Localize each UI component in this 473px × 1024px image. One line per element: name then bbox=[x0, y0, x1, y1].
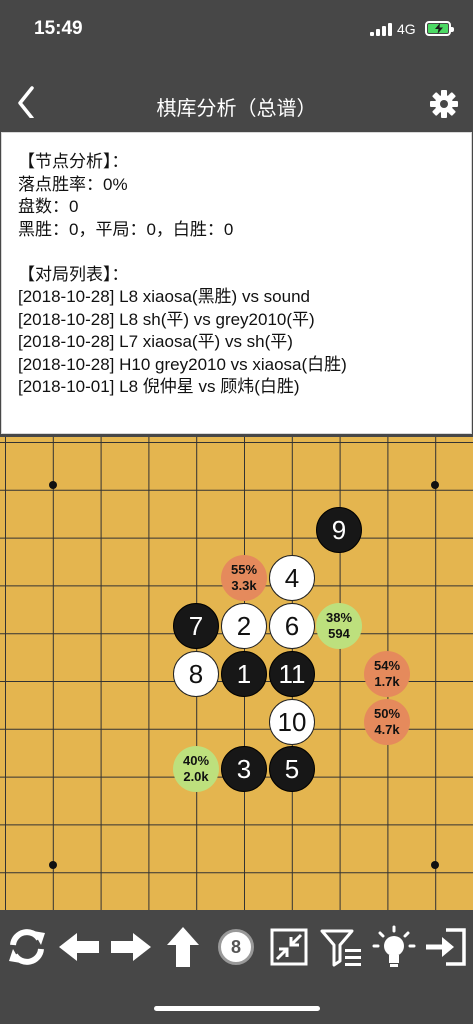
stone-2[interactable]: 2 bbox=[221, 603, 267, 649]
arrow-up-icon bbox=[167, 927, 199, 967]
collapse-button[interactable] bbox=[266, 924, 312, 970]
stone-label: 10 bbox=[277, 706, 307, 737]
network-label: 4G bbox=[397, 21, 416, 37]
star-point bbox=[49, 861, 57, 869]
move-number-badge: 8 bbox=[218, 929, 254, 965]
candidate-rate: 40% bbox=[182, 753, 210, 768]
stone-1[interactable]: 1 bbox=[221, 651, 267, 697]
candidate-move[interactable]: 38% 594 bbox=[316, 603, 362, 649]
signal-icon bbox=[370, 23, 394, 36]
stone-11[interactable]: 11 bbox=[269, 651, 315, 697]
stone-9[interactable]: 9 bbox=[316, 507, 362, 553]
candidate-move[interactable]: 54% 1.7k bbox=[364, 651, 410, 697]
candidate-count: 4.7k bbox=[374, 722, 400, 737]
game-list-item[interactable]: [2018-10-01] L8 倪仲星 vs 顾炜(白胜) bbox=[18, 376, 471, 399]
stone-label: 5 bbox=[284, 753, 300, 784]
candidate-rate: 38% bbox=[325, 610, 353, 625]
candidate-rate: 54% bbox=[373, 658, 401, 673]
exit-icon bbox=[426, 928, 466, 966]
status-time: 15:49 bbox=[34, 18, 83, 39]
nav-bar: 棋库分析（总谱） bbox=[0, 60, 473, 132]
candidate-move[interactable]: 55% 3.3k bbox=[221, 555, 267, 601]
stone-8[interactable]: 8 bbox=[173, 651, 219, 697]
game-list-item[interactable]: [2018-10-28] L7 xiaosa(平) vs sh(平) bbox=[18, 331, 471, 354]
node-analysis-heading: 【节点分析】： bbox=[18, 152, 129, 171]
analysis-panel: 【节点分析】： 落点胜率：0% 盘数：0 黑胜：0，平局：0，白胜：0 【对局列… bbox=[1, 132, 472, 434]
gear-icon bbox=[430, 90, 458, 118]
next-move-button[interactable] bbox=[108, 924, 154, 970]
filter-list-icon bbox=[320, 929, 361, 967]
stone-label: 2 bbox=[236, 610, 252, 641]
game-list-item[interactable]: [2018-10-28] H10 grey2010 vs xiaosa(白胜) bbox=[18, 354, 471, 377]
candidate-rate: 50% bbox=[373, 706, 401, 721]
refresh-icon bbox=[9, 929, 45, 965]
lightbulb-icon bbox=[372, 925, 416, 967]
games-count-text: 盘数：0 bbox=[18, 197, 79, 216]
stone-6[interactable]: 6 bbox=[269, 603, 315, 649]
star-point bbox=[49, 481, 57, 489]
game-list-item[interactable]: [2018-10-28] L8 xiaosa(黑胜) vs sound bbox=[18, 286, 471, 309]
exit-button[interactable] bbox=[423, 924, 469, 970]
star-point bbox=[431, 861, 439, 869]
stone-label: 6 bbox=[284, 610, 300, 641]
back-to-parent-button[interactable] bbox=[160, 924, 206, 970]
results-text: 黑胜：0，平局：0，白胜：0 bbox=[18, 219, 234, 239]
hint-button[interactable] bbox=[371, 924, 417, 970]
previous-move-button[interactable] bbox=[56, 924, 102, 970]
page-title: 棋库分析（总谱） bbox=[156, 98, 317, 120]
candidate-count: 594 bbox=[328, 626, 350, 641]
go-board[interactable]: 1 2 3 4 5 6 7 8 9 10 11 55% 3.3k 38% 594… bbox=[0, 437, 473, 910]
stone-3[interactable]: 3 bbox=[221, 746, 267, 792]
filter-button[interactable] bbox=[318, 924, 364, 970]
candidate-count: 2.0k bbox=[183, 769, 209, 784]
collapse-icon bbox=[270, 928, 308, 966]
stone-label: 7 bbox=[188, 610, 204, 641]
star-point bbox=[431, 481, 439, 489]
stone-10[interactable]: 10 bbox=[269, 699, 315, 745]
candidate-count: 1.7k bbox=[374, 674, 400, 689]
game-list-heading: 【对局列表】： bbox=[18, 264, 129, 284]
candidate-count: 3.3k bbox=[231, 578, 257, 593]
battery-icon bbox=[425, 21, 454, 36]
home-indicator bbox=[154, 1006, 320, 1011]
stone-4[interactable]: 4 bbox=[269, 555, 315, 601]
stone-5[interactable]: 5 bbox=[269, 746, 315, 792]
stone-label: 8 bbox=[188, 658, 204, 689]
move-number-button[interactable]: 8 bbox=[213, 924, 259, 970]
refresh-button[interactable] bbox=[4, 924, 50, 970]
settings-button[interactable] bbox=[428, 88, 460, 120]
stone-7[interactable]: 7 bbox=[173, 603, 219, 649]
candidate-move[interactable]: 40% 2.0k bbox=[173, 746, 219, 792]
arrow-left-icon bbox=[59, 933, 99, 961]
stone-label: 1 bbox=[236, 658, 252, 689]
stone-label: 9 bbox=[331, 514, 347, 545]
stone-label: 11 bbox=[278, 658, 306, 689]
bottom-toolbar: 8 bbox=[0, 910, 473, 1024]
win-rate-text: 落点胜率：0% bbox=[18, 174, 128, 194]
stone-label: 3 bbox=[236, 753, 252, 784]
candidate-move[interactable]: 50% 4.7k bbox=[364, 699, 410, 745]
candidate-rate: 55% bbox=[230, 562, 258, 577]
status-bar: 15:49 4G bbox=[0, 0, 473, 60]
game-list-item[interactable]: [2018-10-28] L8 sh(平) vs grey2010(平) bbox=[18, 309, 471, 332]
arrow-right-icon bbox=[111, 933, 151, 961]
stone-label: 4 bbox=[284, 562, 300, 593]
